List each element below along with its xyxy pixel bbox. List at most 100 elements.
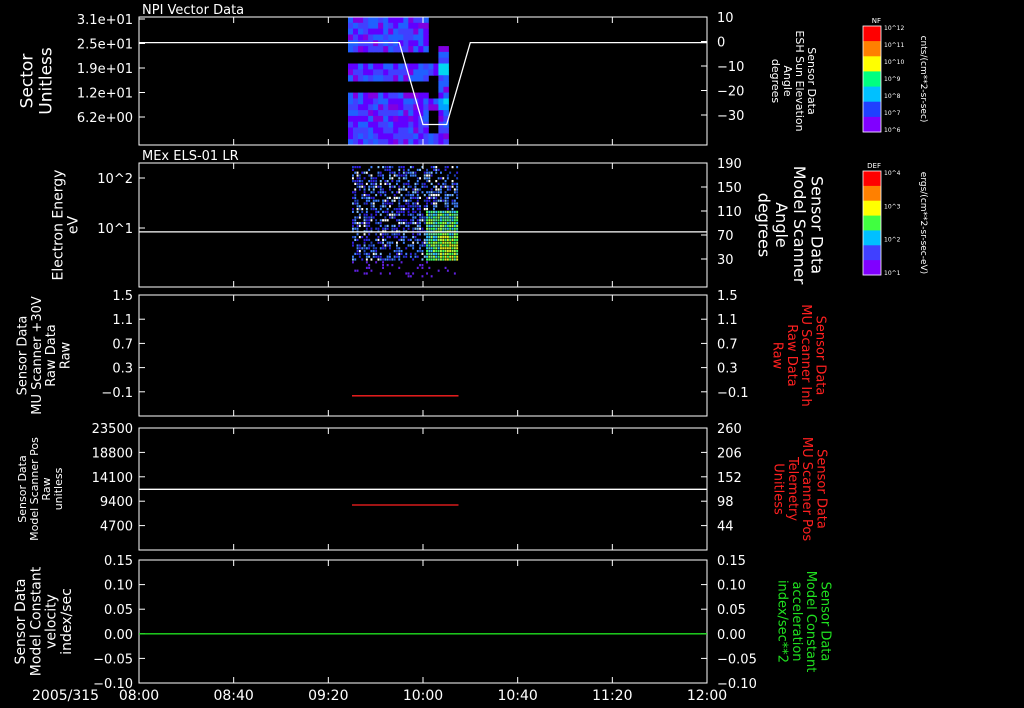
heatmap-cell bbox=[453, 247, 456, 250]
heatmap-cell bbox=[352, 210, 354, 213]
heatmap-cell bbox=[438, 57, 444, 64]
heatmap-cell bbox=[451, 258, 454, 261]
left-axis-label-line: Sensor Data bbox=[13, 579, 29, 665]
heatmap-cell bbox=[409, 199, 412, 202]
heatmap-cell bbox=[398, 208, 401, 211]
heatmap-cell bbox=[372, 250, 375, 253]
heatmap-cell bbox=[433, 216, 435, 219]
heatmap-cell bbox=[372, 247, 375, 250]
heatmap-cell bbox=[428, 252, 431, 255]
left-axis-label: SectorUnitless bbox=[18, 47, 57, 115]
heatmap-cell bbox=[393, 258, 396, 261]
heatmap-cell bbox=[398, 75, 404, 82]
heatmap-cell bbox=[402, 241, 405, 244]
heatmap-cell bbox=[400, 205, 403, 208]
heatmap-cell bbox=[412, 241, 415, 244]
heatmap-cell bbox=[398, 188, 401, 191]
heatmap-cell bbox=[419, 219, 421, 222]
heatmap-cell bbox=[402, 196, 405, 199]
heatmap-cell bbox=[433, 166, 435, 169]
heatmap-cell bbox=[430, 224, 433, 227]
heatmap-cell bbox=[398, 28, 404, 35]
heatmap-cell bbox=[444, 216, 447, 219]
heatmap-cell bbox=[388, 104, 394, 111]
heatmap-cell bbox=[386, 258, 389, 261]
heatmap-cell bbox=[433, 247, 435, 250]
heatmap-cell bbox=[440, 222, 442, 225]
heatmap-cell bbox=[419, 208, 421, 211]
heatmap-cell bbox=[354, 191, 357, 194]
heatmap-cell bbox=[368, 233, 371, 236]
heatmap-cell bbox=[377, 191, 380, 194]
heatmap-cell bbox=[433, 244, 435, 247]
heatmap-cell bbox=[444, 180, 447, 183]
heatmap-cell bbox=[393, 17, 399, 24]
heatmap-cell bbox=[361, 185, 364, 188]
heatmap-cell bbox=[412, 194, 415, 197]
heatmap-cell bbox=[352, 180, 354, 183]
heatmap-cell bbox=[388, 121, 394, 128]
heatmap-cell bbox=[356, 182, 359, 185]
colorbar-tick-label: 10^2 bbox=[884, 237, 901, 244]
heatmap-cell bbox=[426, 185, 428, 188]
heatmap-cell bbox=[388, 115, 394, 123]
heatmap-cell bbox=[365, 224, 368, 227]
heatmap-cell bbox=[388, 133, 394, 140]
heatmap-cell bbox=[430, 191, 433, 194]
heatmap-cell bbox=[438, 46, 444, 53]
left-tick-label: 14100 bbox=[92, 471, 133, 486]
left-axis-label-line: velocity bbox=[44, 594, 60, 649]
heatmap-cell bbox=[416, 219, 419, 222]
heatmap-cell bbox=[348, 133, 354, 140]
heatmap-cell bbox=[379, 219, 382, 222]
heatmap-cell bbox=[379, 205, 382, 208]
heatmap-cell bbox=[398, 133, 404, 140]
heatmap-cell bbox=[405, 202, 408, 205]
heatmap-cell bbox=[453, 241, 456, 244]
heatmap-cell bbox=[442, 250, 445, 253]
heatmap-cell bbox=[433, 185, 435, 188]
heatmap-cell bbox=[363, 216, 366, 219]
heatmap-cell bbox=[358, 92, 364, 99]
heatmap-cell bbox=[354, 199, 357, 202]
heatmap-cell bbox=[361, 196, 364, 199]
heatmap-cell bbox=[356, 166, 359, 169]
heatmap-cell bbox=[384, 233, 387, 236]
heatmap-cell bbox=[377, 227, 380, 230]
heatmap-cell bbox=[451, 182, 454, 185]
heatmap-cell bbox=[433, 196, 435, 199]
heatmap-cell bbox=[363, 194, 366, 197]
heatmap-cell bbox=[402, 174, 405, 177]
heatmap-cell bbox=[389, 205, 391, 208]
heatmap-cell bbox=[379, 222, 382, 225]
left-tick-label: 1.5 bbox=[112, 289, 133, 304]
heatmap-cell bbox=[440, 250, 442, 253]
heatmap-cell bbox=[421, 213, 424, 216]
heatmap-cell bbox=[433, 98, 439, 105]
heatmap-cell bbox=[412, 205, 415, 208]
heatmap-cell bbox=[451, 233, 454, 236]
heatmap-cell bbox=[440, 210, 442, 213]
heatmap-cell bbox=[393, 34, 399, 41]
heatmap-cell bbox=[407, 199, 410, 202]
heatmap-cell bbox=[440, 258, 442, 261]
heatmap-cell bbox=[412, 210, 415, 213]
heatmap-cell bbox=[418, 69, 424, 76]
right-axis-label-line: Unitless bbox=[771, 463, 786, 515]
heatmap-cell bbox=[353, 28, 359, 35]
heatmap-cell bbox=[356, 252, 359, 255]
heatmap-cell bbox=[358, 69, 364, 76]
heatmap-cell bbox=[437, 252, 440, 255]
heatmap-cell bbox=[412, 171, 415, 174]
heatmap-cell bbox=[378, 22, 384, 30]
heatmap-cell bbox=[372, 255, 375, 258]
heatmap-cell bbox=[435, 196, 438, 199]
heatmap-cell bbox=[358, 247, 361, 250]
heatmap-cell bbox=[378, 98, 384, 105]
left-axis-label-line: Model Constant bbox=[28, 566, 44, 676]
heatmap-cell bbox=[418, 133, 424, 140]
heatmap-cell bbox=[398, 196, 401, 199]
heatmap-cell bbox=[379, 194, 382, 197]
heatmap-cell bbox=[353, 22, 359, 30]
heatmap-cell bbox=[373, 46, 379, 53]
